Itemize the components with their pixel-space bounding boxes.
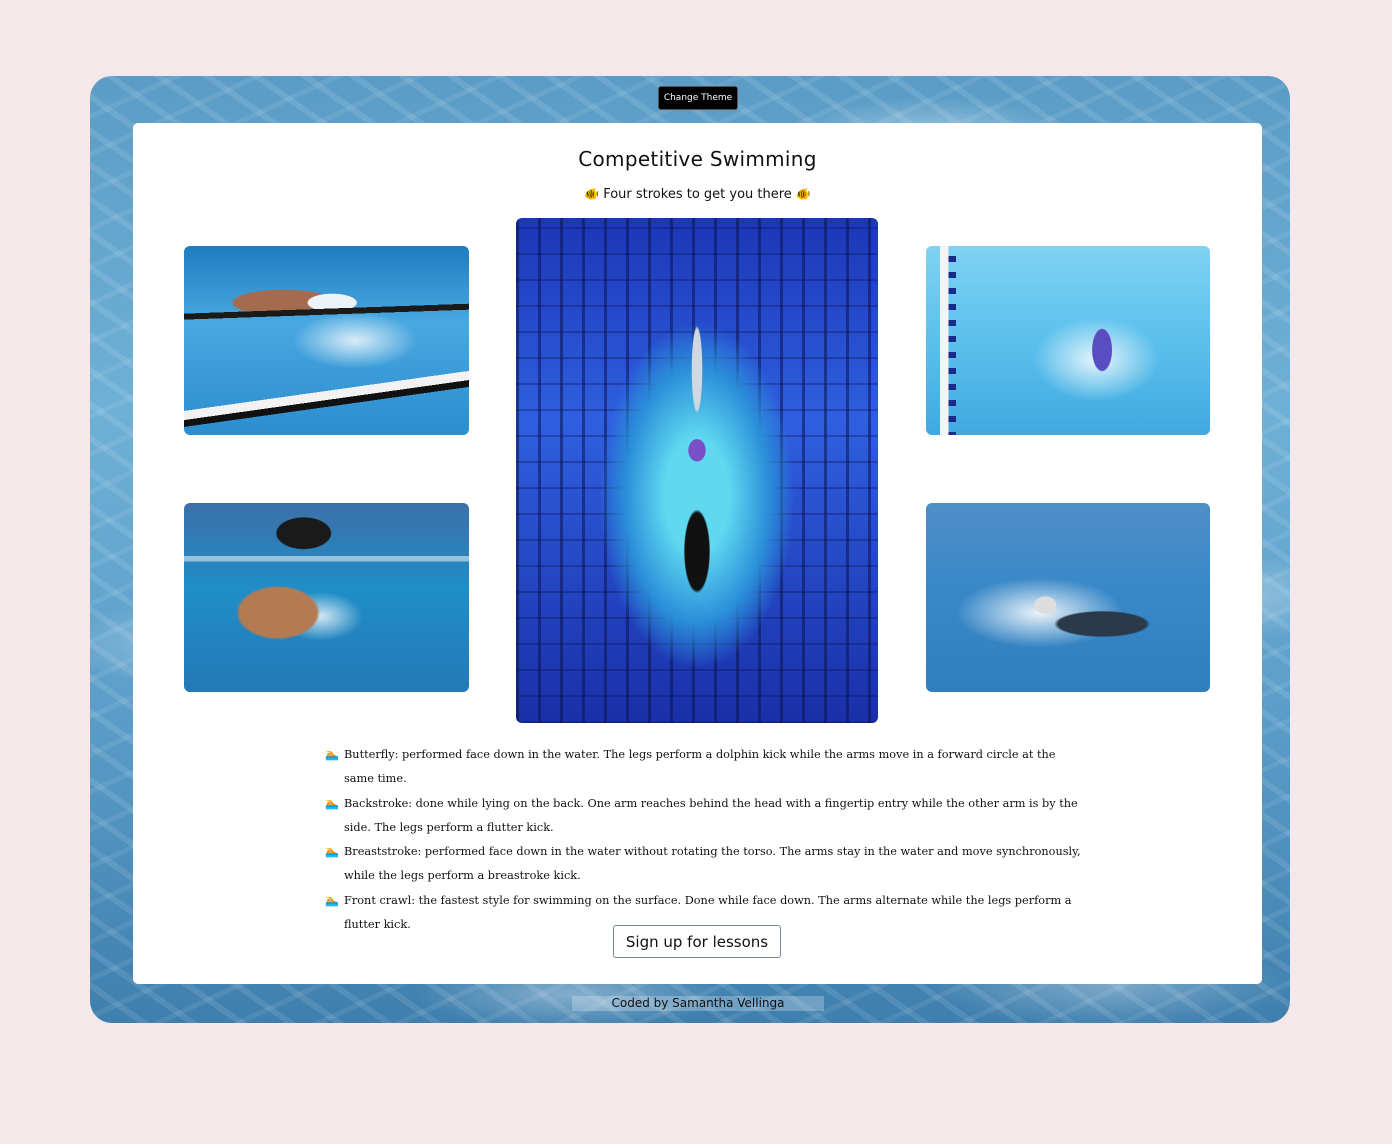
list-item: 🏊 Backstroke: done while lying on the bac… [325,792,1085,841]
list-item: 🏊 Breaststroke: performed face down in th… [325,840,1085,889]
swimmer-icon: 🏊 [325,845,339,859]
front-crawl-photo [926,503,1210,692]
strokes-list: 🏊 Butterfly: performed face down in the w… [325,743,1085,937]
diving-swimmer-photo [516,218,878,723]
fish-icon: 🐠 [584,187,600,201]
pool-background-frame: Change Theme Competitive Swimming 🐠 Four … [90,76,1290,1023]
content-card: Competitive Swimming 🐠 Four strokes to ge… [133,123,1262,984]
stroke-text: Backstroke: done while lying on the back… [344,796,1078,834]
change-theme-button[interactable]: Change Theme [658,86,738,110]
page-title: Competitive Swimming [578,147,817,171]
butterfly-photo [184,246,469,435]
breaststroke-photo [184,503,469,692]
backstroke-photo [926,246,1210,435]
fish-icon: 🐠 [795,187,811,201]
swimmer-icon: 🏊 [325,748,339,761]
stroke-text: Butterfly: performed face down in the wa… [344,748,1056,786]
subtitle-text: Four strokes to get you there [603,187,792,202]
page-subtitle: 🐠 Four strokes to get you there 🐠 [133,187,1262,202]
stroke-text: Breaststroke: performed face down in the… [344,845,1081,883]
swimmer-icon: 🏊 [325,893,339,907]
list-item: 🏊 Butterfly: performed face down in the w… [325,743,1085,792]
swimmer-icon: 🏊 [325,796,339,810]
sign-up-button[interactable]: Sign up for lessons [613,925,781,958]
footer-credit: Coded by Samantha Vellinga [572,996,824,1011]
